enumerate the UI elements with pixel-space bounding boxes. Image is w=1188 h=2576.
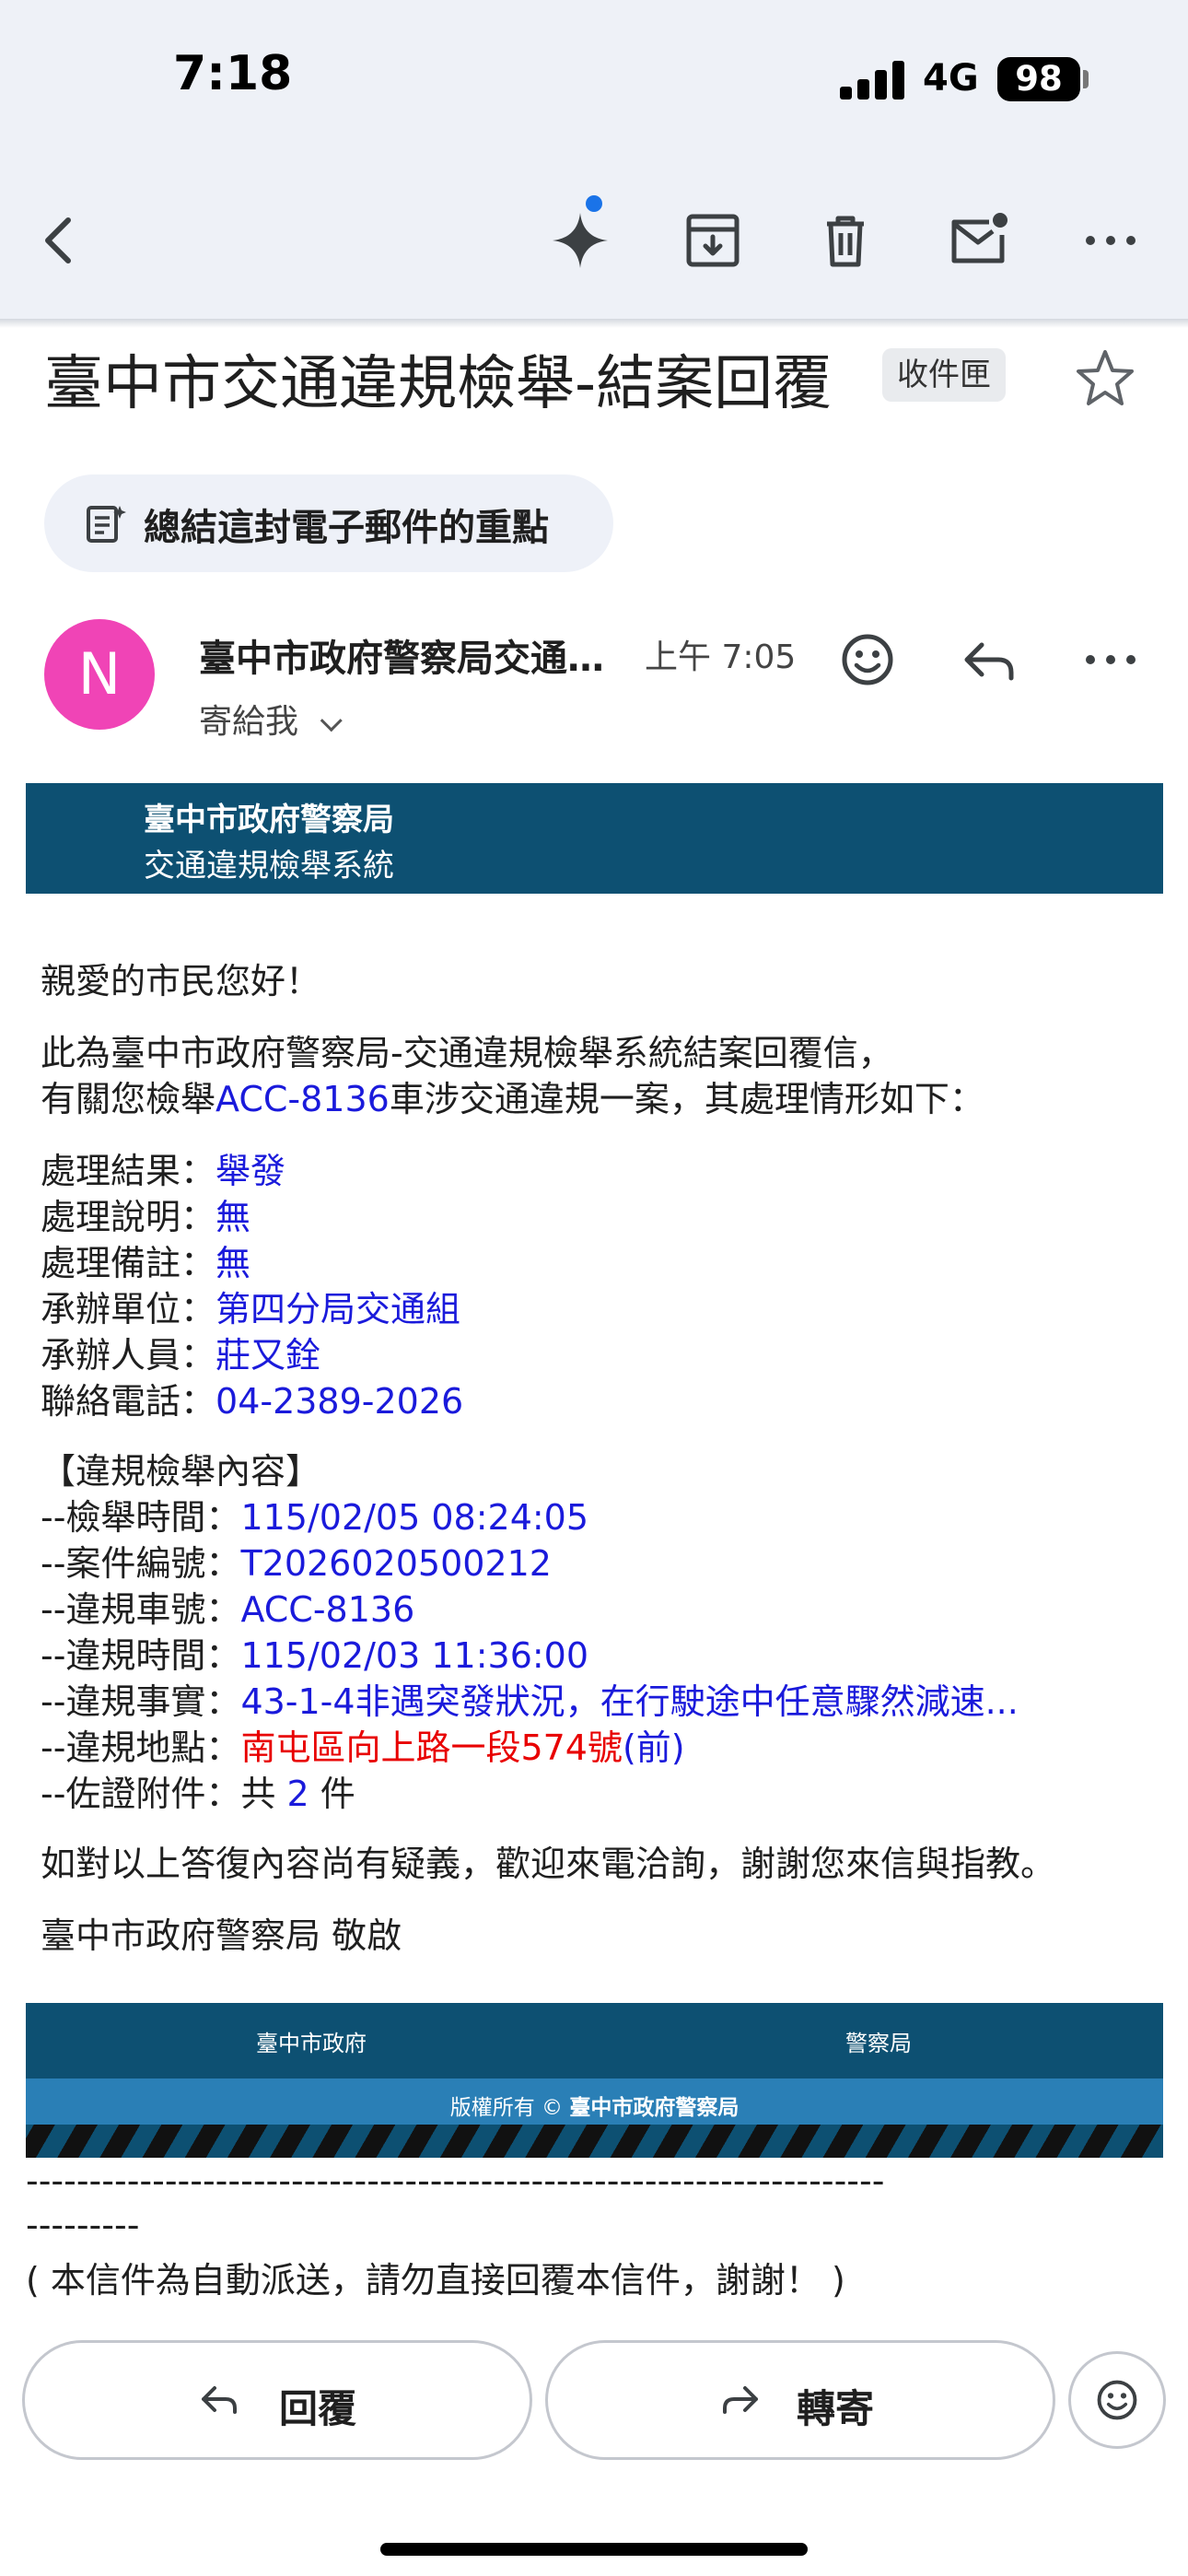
detail-row: --違規車號：ACC-8136	[41, 1589, 415, 1630]
intro-plate: ACC-8136	[215, 1079, 390, 1119]
forward-label: 轉寄	[797, 2386, 875, 2431]
detail-row: --違規事實：43-1-4非遇突發狀況，在行駛途中任意驟然減速...	[41, 1681, 1019, 1722]
separator-line: ----------------------------------------…	[26, 2160, 885, 2201]
star-button[interactable]	[1072, 345, 1138, 411]
sender-name[interactable]: 臺中市政府警察局交通違規檢舉系統	[199, 628, 624, 682]
archive-button[interactable]	[680, 207, 746, 274]
email-footer	[26, 2003, 1163, 2078]
hazard-stripe	[26, 2125, 1163, 2158]
reply-label: 回覆	[279, 2386, 357, 2431]
recipient-label: 寄給我	[199, 703, 299, 741]
banner-title: 臺中市政府警察局	[144, 802, 394, 838]
field-row-phone[interactable]: 聯絡電話：04-2389-2026	[41, 1373, 463, 1423]
banner-subtitle: 交通違規檢舉系統	[144, 848, 394, 884]
reply-icon	[964, 642, 1014, 681]
message-more-button[interactable]	[1077, 626, 1144, 693]
sent-time: 上午 7:05	[645, 638, 797, 676]
sender-avatar[interactable]: N	[44, 619, 155, 730]
forward-icon	[723, 2386, 758, 2414]
intro-line-1: 此為臺中市政府警察局-交通違規檢舉系統結案回覆信，	[41, 1033, 893, 1073]
reply-button[interactable]	[956, 626, 1022, 693]
react-emoji-button[interactable]	[834, 626, 901, 693]
email-subject: 臺中市交通違規檢舉-結案回覆	[44, 350, 833, 418]
forward-action-button[interactable]: 轉寄	[545, 2340, 1055, 2460]
gemini-notification-dot	[586, 195, 602, 212]
detail-row-location: --違規地點：南屯區向上路一段574號(前)	[41, 1727, 685, 1768]
delete-button[interactable]	[812, 207, 879, 274]
status-time: 7:18	[173, 46, 293, 101]
more-button[interactable]	[1077, 207, 1144, 274]
intro-line-2: 有關您檢舉ACC-8136車涉交通違規一案，其處理情形如下：	[41, 1079, 984, 1119]
battery-icon: 98	[997, 57, 1080, 101]
mark-unread-button[interactable]	[945, 207, 1011, 274]
field-row: 處理說明：無	[41, 1197, 251, 1237]
inbox-label-chip[interactable]: 收件匣	[882, 348, 1006, 402]
footer-right: 警察局	[845, 2031, 912, 2056]
mark-unread-icon	[951, 213, 1007, 263]
copyright-text: 版權所有 © 臺中市政府警察局	[449, 2096, 740, 2120]
back-button[interactable]	[28, 207, 94, 274]
battery-nub	[1083, 70, 1089, 88]
detail-row: --違規時間：115/02/03 11:36:00	[41, 1635, 589, 1676]
app-bar-shadow	[0, 319, 1188, 328]
network-type: 4G	[923, 57, 979, 100]
recipient-toggle[interactable]: 寄給我	[199, 695, 344, 743]
footer-left: 臺中市政府	[256, 2031, 367, 2056]
detail-row-attachments: --佐證附件：共 2 件	[41, 1774, 355, 1814]
star-outline-icon	[1077, 350, 1134, 405]
field-row: 處理備註：無	[41, 1243, 251, 1283]
summary-notes-icon	[85, 502, 127, 544]
more-horizontal-icon	[1086, 236, 1136, 245]
field-row: 承辦人員：莊又銓	[41, 1335, 321, 1376]
home-indicator[interactable]	[380, 2543, 808, 2556]
field-row: 承辦單位：第四分局交通組	[41, 1289, 461, 1329]
gemini-button[interactable]	[547, 207, 613, 274]
more-horizontal-icon	[1086, 655, 1136, 664]
signal-icon	[840, 59, 904, 100]
trash-icon	[827, 216, 864, 267]
reply-icon	[202, 2386, 237, 2414]
field-row: 處理結果：舉發	[41, 1151, 286, 1191]
section-title: 【違規檢舉內容】	[41, 1451, 321, 1492]
chevron-down-icon	[320, 709, 344, 732]
emoji-smile-icon	[842, 634, 893, 685]
reply-action-button[interactable]: 回覆	[22, 2340, 532, 2460]
separator-line: ---------	[26, 2205, 140, 2245]
chevron-left-icon	[45, 217, 71, 263]
sparkle-icon	[553, 213, 608, 268]
greeting: 親愛的市民您好！	[41, 961, 321, 1001]
summarize-label: 總結這封電子郵件的重點	[144, 507, 549, 549]
signature: 臺中市政府警察局 敬啟	[41, 1915, 402, 1956]
auto-notice: ( 本信件為自動派送，請勿直接回覆本信件，謝謝！ )	[26, 2260, 845, 2301]
closing-text: 如對以上答復內容尚有疑義，歡迎來電洽詢，謝謝您來信與指教。	[41, 1844, 1056, 1884]
archive-icon	[686, 214, 740, 267]
emoji-action-button[interactable]	[1068, 2351, 1166, 2449]
detail-row: --案件編號：T2026020500212	[41, 1543, 552, 1584]
detail-row: --檢舉時間：115/02/05 08:24:05	[41, 1497, 589, 1538]
emoji-smile-icon	[1097, 2380, 1137, 2420]
